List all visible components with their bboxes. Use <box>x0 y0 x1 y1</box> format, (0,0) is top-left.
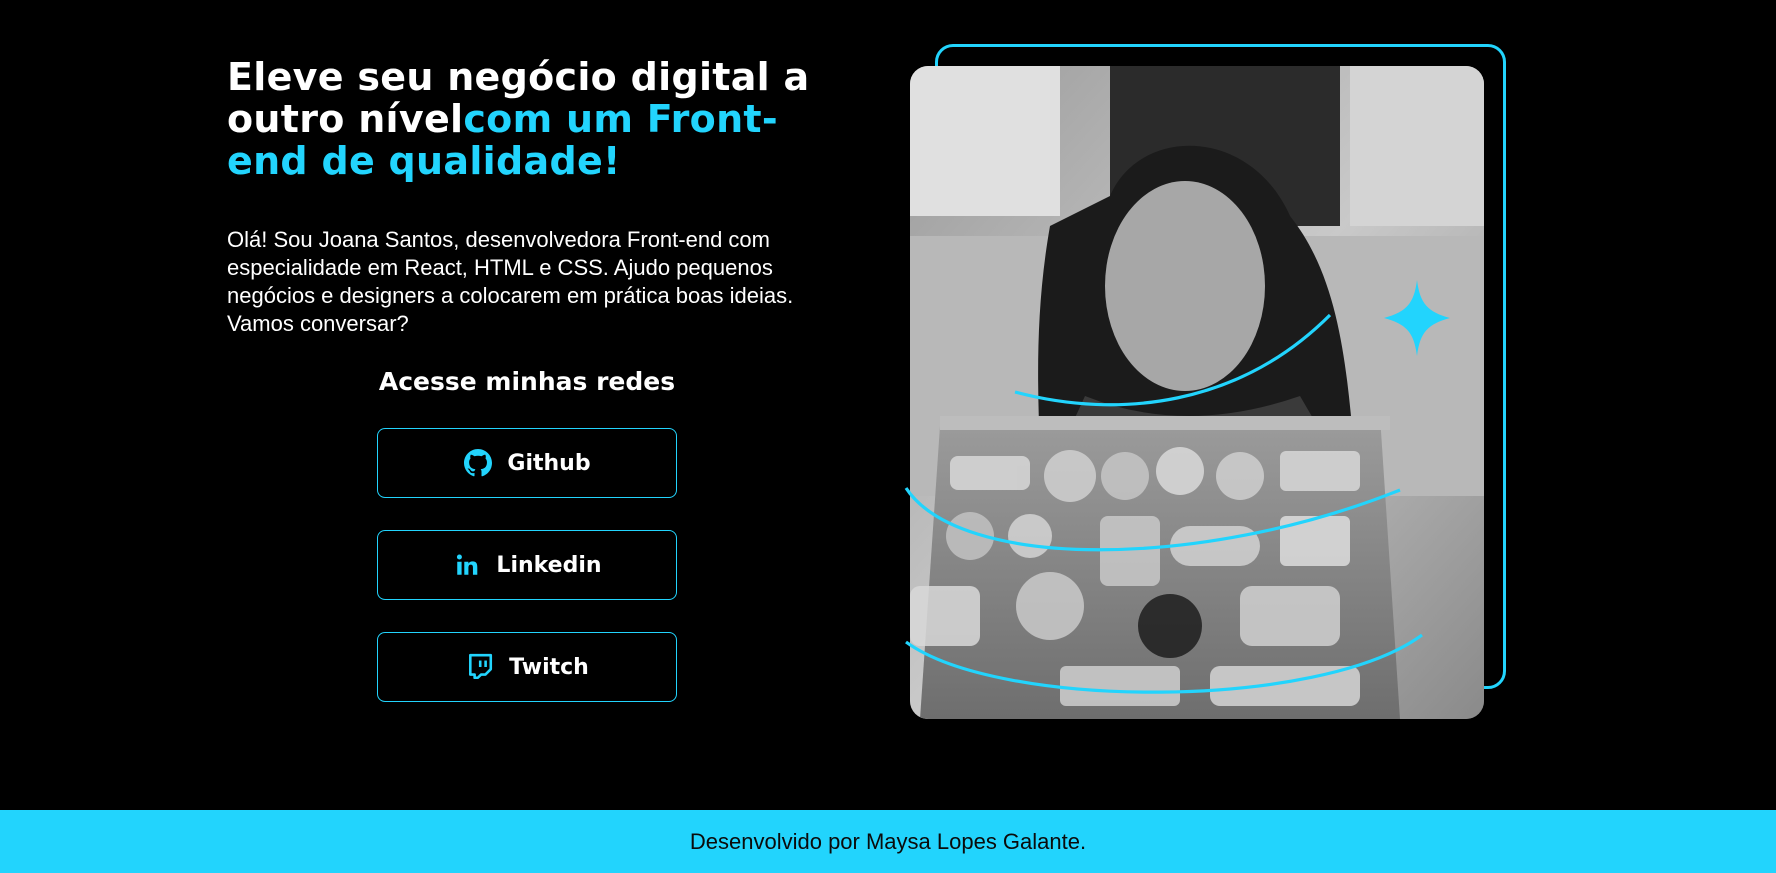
page: Eleve seu negócio digital a outro nívelc… <box>0 0 1776 873</box>
github-label: Github <box>507 450 591 476</box>
twitch-label: Twitch <box>509 654 589 680</box>
profile-photo <box>910 66 1484 719</box>
linkedin-label: Linkedin <box>496 552 602 578</box>
hero-headline: Eleve seu negócio digital a outro nívelc… <box>227 56 817 182</box>
socials-title: Acesse minhas redes <box>378 367 676 396</box>
twitch-icon <box>465 652 495 682</box>
linkedin-icon <box>452 550 482 580</box>
github-button[interactable]: Github <box>377 428 677 498</box>
footer-credit: Desenvolvido por Maysa Lopes Galante. <box>689 828 1087 854</box>
twitch-button[interactable]: Twitch <box>377 632 677 702</box>
hero-intro: Olá! Sou Joana Santos, desenvolvedora Fr… <box>227 227 794 336</box>
linkedin-button[interactable]: Linkedin <box>377 530 677 600</box>
footer: Desenvolvido por Maysa Lopes Galante. <box>0 810 1776 873</box>
hero-text: Eleve seu negócio digital a outro nívelc… <box>227 56 817 338</box>
github-icon <box>463 448 493 478</box>
